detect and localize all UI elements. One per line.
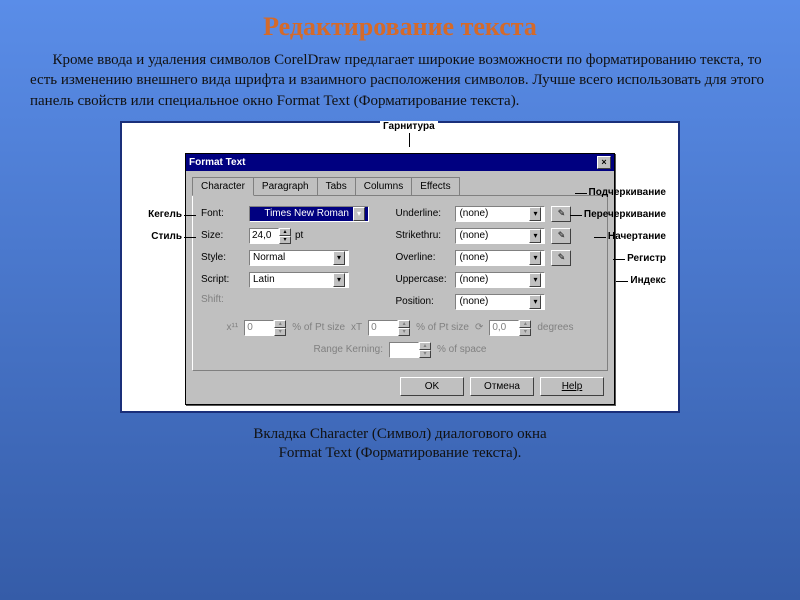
overline-value: (none) — [459, 251, 488, 265]
hshift-label: x¹¹ — [227, 322, 239, 333]
caption-line-2: Format Text (Форматирование текста). — [0, 444, 800, 464]
tab-paragraph[interactable]: Paragraph — [253, 177, 318, 195]
dialog-title: Format Text — [189, 157, 246, 168]
hshift-spinner: 0▴▾ — [244, 320, 286, 336]
rotate-icon: ⟳ — [475, 322, 483, 333]
range-kerning-spinner: ▴▾ — [389, 342, 431, 358]
tab-columns[interactable]: Columns — [355, 177, 412, 195]
pen-icon: ✎ — [558, 208, 566, 219]
vshift-unit: % of Pt size — [416, 322, 469, 333]
callout-size: Кегель — [134, 209, 182, 220]
overline-dropdown[interactable]: (none) ▾ — [455, 250, 545, 266]
slide-paragraph: Кроме ввода и удаления символов CorelDra… — [0, 50, 800, 119]
strike-edit-button[interactable]: ✎ — [551, 228, 571, 244]
overline-label: Overline: — [395, 252, 451, 263]
script-dropdown[interactable]: Latin ▾ — [249, 272, 349, 288]
position-label: Position: — [395, 296, 451, 307]
chevron-down-icon[interactable]: ▾ — [529, 229, 541, 243]
dialog-button-row: OK Отмена Help — [192, 371, 608, 398]
close-icon[interactable]: × — [597, 156, 611, 169]
callout-overline: Начертание — [608, 231, 666, 242]
truetype-icon: T — [253, 208, 260, 220]
shift-label: Shift: — [201, 294, 245, 305]
rotate-unit: degrees — [537, 322, 573, 333]
uppercase-value: (none) — [459, 273, 488, 287]
overline-edit-button[interactable]: ✎ — [551, 250, 571, 266]
style-label: Style: — [201, 252, 245, 263]
spin-up-icon[interactable]: ▴ — [279, 228, 291, 236]
hshift-unit: % of Pt size — [292, 322, 345, 333]
format-text-dialog: Format Text × Character Paragraph Tabs C… — [185, 153, 615, 405]
figure-caption: Вкладка Character (Символ) диалогового о… — [0, 417, 800, 464]
tab-character[interactable]: Character — [192, 177, 254, 196]
character-panel: Font: T Times New Roman ▾ Size: — [192, 196, 608, 371]
chevron-down-icon[interactable]: ▾ — [353, 207, 365, 221]
size-value[interactable]: 24,0 — [249, 228, 279, 244]
range-kerning-label: Range Kerning: — [314, 344, 384, 355]
figure-container: Гарнитура Кегель Стиль Подчеркивание Пер… — [0, 119, 800, 417]
strike-label: Strikethru: — [395, 230, 451, 241]
tab-effects[interactable]: Effects — [411, 177, 459, 195]
font-value: Times New Roman — [260, 207, 351, 221]
callout-style: Стиль — [134, 231, 182, 242]
size-label: Size: — [201, 230, 245, 241]
font-label: Font: — [201, 208, 245, 219]
dialog-titlebar[interactable]: Format Text × — [186, 154, 614, 171]
tabstrip: Character Paragraph Tabs Columns Effects — [192, 177, 608, 196]
style-dropdown[interactable]: Normal ▾ — [249, 250, 349, 266]
pen-icon: ✎ — [558, 252, 566, 263]
spin-down-icon[interactable]: ▾ — [279, 236, 291, 244]
range-kerning-unit: % of space — [437, 344, 486, 355]
size-unit: pt — [295, 230, 303, 241]
callout-uppercase: Регистр — [627, 253, 666, 264]
chevron-down-icon[interactable]: ▾ — [333, 273, 345, 287]
caption-line-1: Вкладка Character (Символ) диалогового о… — [0, 425, 800, 445]
slide-title: Редактирование текста — [0, 0, 800, 50]
style-value: Normal — [253, 251, 285, 265]
strike-dropdown[interactable]: (none) ▾ — [455, 228, 545, 244]
chevron-down-icon[interactable]: ▾ — [529, 251, 541, 265]
vshift-spinner: 0▴▾ — [368, 320, 410, 336]
chevron-down-icon[interactable]: ▾ — [529, 207, 541, 221]
underline-dropdown[interactable]: (none) ▾ — [455, 206, 545, 222]
rotate-spinner: 0,0▴▾ — [489, 320, 531, 336]
help-button[interactable]: Help — [540, 377, 604, 396]
vshift-label: xT — [351, 322, 362, 333]
tab-tabs[interactable]: Tabs — [317, 177, 356, 195]
callout-strike: Перечеркивание — [584, 209, 666, 220]
underline-edit-button[interactable]: ✎ — [551, 206, 571, 222]
uppercase-dropdown[interactable]: (none) ▾ — [455, 272, 545, 288]
size-spinner[interactable]: 24,0 ▴▾ — [249, 228, 291, 244]
underline-value: (none) — [459, 207, 488, 221]
position-dropdown[interactable]: (none) ▾ — [455, 294, 545, 310]
callout-underline: Подчеркивание — [589, 187, 666, 198]
underline-label: Underline: — [395, 208, 451, 219]
position-value: (none) — [459, 295, 488, 309]
chevron-down-icon[interactable]: ▾ — [333, 251, 345, 265]
cancel-button[interactable]: Отмена — [470, 377, 534, 396]
chevron-down-icon[interactable]: ▾ — [529, 273, 541, 287]
uppercase-label: Uppercase: — [395, 274, 451, 285]
font-dropdown[interactable]: T Times New Roman ▾ — [249, 206, 369, 222]
figure-frame: Гарнитура Кегель Стиль Подчеркивание Пер… — [120, 121, 680, 413]
callout-position: Индекс — [630, 275, 666, 286]
ok-button[interactable]: OK — [400, 377, 464, 396]
strike-value: (none) — [459, 229, 488, 243]
script-value: Latin — [253, 273, 275, 287]
pen-icon: ✎ — [558, 230, 566, 241]
script-label: Script: — [201, 274, 245, 285]
chevron-down-icon[interactable]: ▾ — [529, 295, 541, 309]
callout-font: Гарнитура — [380, 121, 438, 132]
